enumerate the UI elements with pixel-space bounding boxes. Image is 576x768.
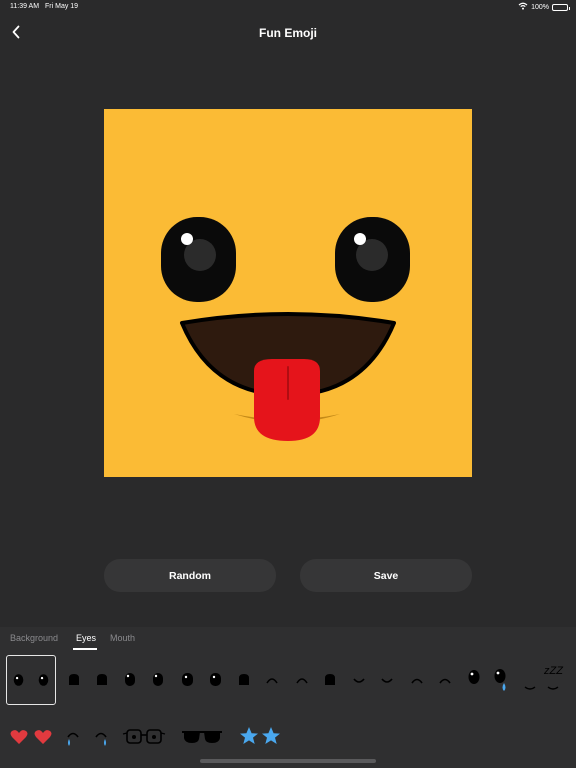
eye-option-round-eyes-3[interactable] [178,669,226,691]
eye-option-star-eyes[interactable] [238,725,282,747]
eye-option-round-eyes-2[interactable] [120,669,168,691]
eye-option-arc-square-eyes[interactable] [320,669,340,691]
home-indicator [200,759,376,763]
eye-option-glasses-eyes[interactable] [122,727,166,747]
eye-option-arc-eyes-up[interactable] [262,669,312,691]
page-title: Fun Emoji [259,26,317,40]
emoji-face [104,109,472,477]
eye-option-sleepy-zzz-eyes[interactable]: zZZ [520,663,568,693]
status-date: Fri May 19 [45,3,79,10]
eye-option-heart-eyes[interactable] [8,727,54,747]
eye-option-sunglasses-eyes[interactable] [180,727,224,747]
eye-option-square-eyes-2[interactable] [234,669,254,691]
wifi-icon [518,2,528,12]
eye-option-square-eyes[interactable] [64,669,112,691]
eye-option-single-eye[interactable] [464,667,484,691]
tab-active-indicator [73,648,97,650]
category-tabs: Background Eyes Mouth [0,627,576,651]
emoji-canvas [104,109,472,477]
battery-percent: 100% [531,3,549,11]
tab-mouth[interactable]: Mouth [110,633,135,643]
eye-option-round-eyes[interactable] [6,655,56,705]
nav-bar: Fun Emoji [0,14,576,54]
sleepy-zzz-label: zZZ [544,665,563,677]
tab-background[interactable]: Background [10,633,58,643]
left-eye [161,217,236,302]
right-eye [335,217,410,302]
eye-option-tear-eye[interactable] [490,667,512,695]
battery-icon [552,3,570,11]
status-indicators: 100% [518,2,570,12]
eye-option-smile-eyes[interactable] [348,669,398,691]
eye-option-crying-eyes[interactable] [64,725,112,749]
status-time: 11:39 AM [10,3,40,10]
eye-option-arc-eyes-down[interactable] [406,669,456,691]
status-bar: 11:39 AM Fri May 19 100% [0,0,576,14]
tab-eyes[interactable]: Eyes [76,633,96,643]
save-button[interactable]: Save [300,559,472,592]
options-panel: Background Eyes Mouth zZZ [0,627,576,768]
random-button[interactable]: Random [104,559,276,592]
